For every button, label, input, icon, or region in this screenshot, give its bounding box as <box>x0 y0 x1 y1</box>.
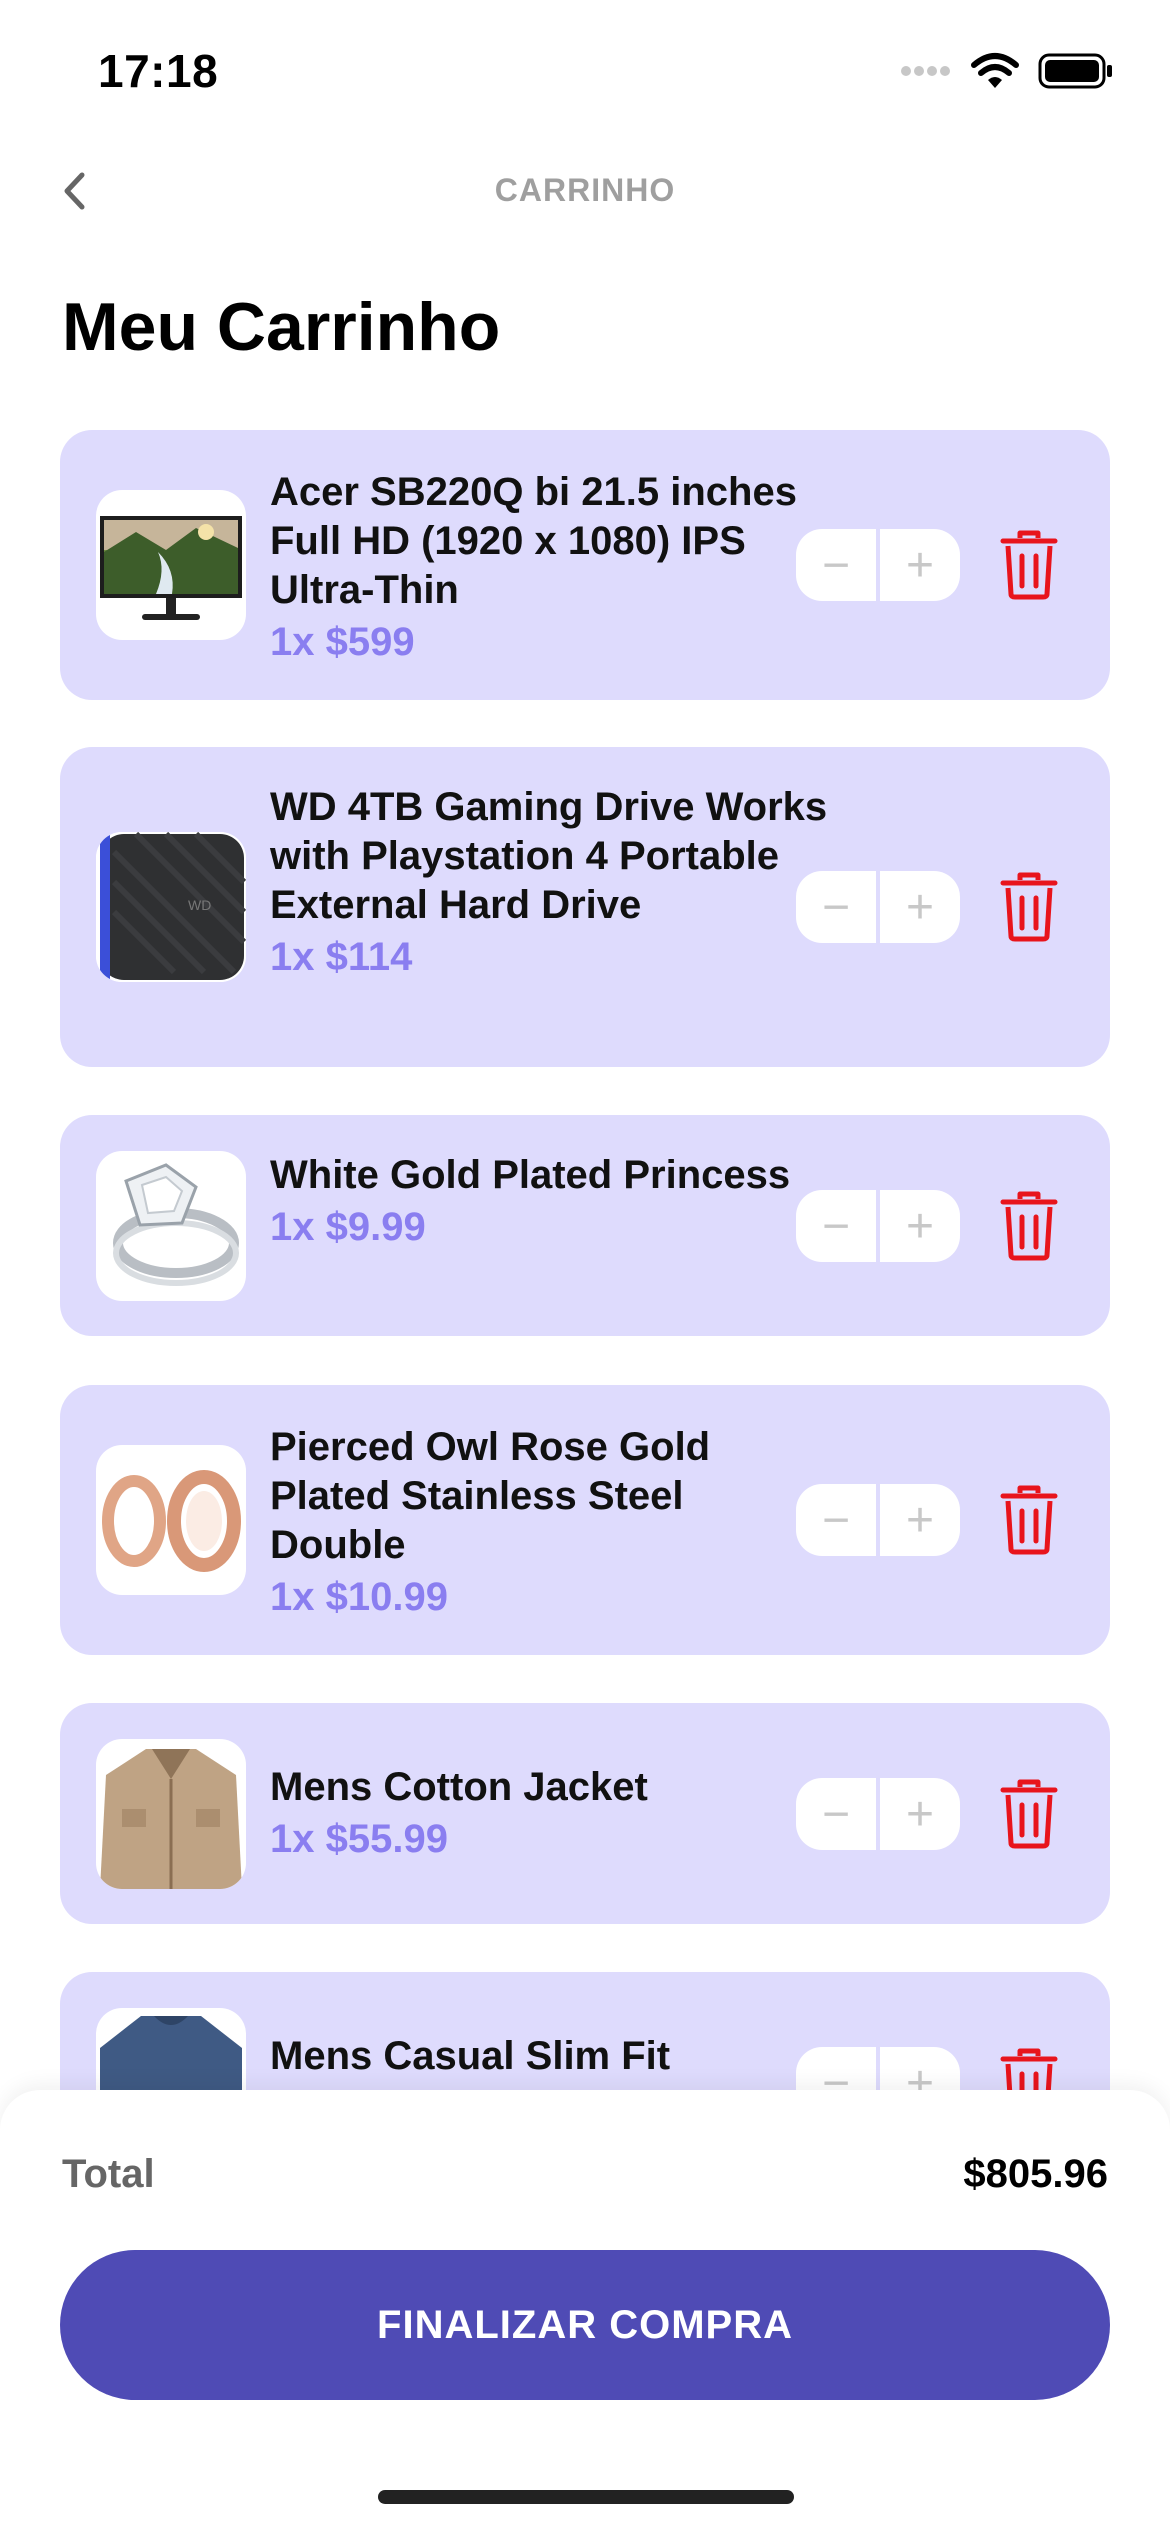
trash-icon <box>1000 2048 1058 2090</box>
checkout-button[interactable]: FINALIZAR COMPRA <box>60 2250 1110 2400</box>
increase-quantity-button[interactable]: + <box>880 1484 960 1556</box>
cart-item-info: Mens Cotton Jacket 1x $55.99 <box>270 1763 830 1864</box>
trash-icon <box>1000 1191 1058 1261</box>
cart-item-name: Mens Casual Slim Fit <box>270 2034 671 2078</box>
remove-item-button[interactable] <box>996 868 1062 946</box>
cart-list[interactable]: Acer SB220Q bi 21.5 inches Full HD (1920… <box>60 430 1110 2090</box>
cart-item-price: 1x $9.99 <box>270 1205 426 1249</box>
cart-item-price: 1x $10.99 <box>270 1575 448 1619</box>
jacket-image <box>100 1749 242 1889</box>
trash-icon <box>1000 1485 1058 1555</box>
cart-item: Pierced Owl Rose Gold Plated Stainless S… <box>60 1385 1110 1655</box>
product-image <box>96 1445 246 1595</box>
quantity-stepper: − + <box>796 2047 960 2090</box>
cart-item-price: 1x $55.99 <box>270 1817 448 1861</box>
product-image <box>96 1739 246 1889</box>
status-bar: 17:18 <box>0 0 1170 140</box>
cart-item-info: Pierced Owl Rose Gold Plated Stainless S… <box>270 1423 830 1622</box>
decrease-quantity-button[interactable]: − <box>796 2047 876 2090</box>
trash-icon <box>1000 1779 1058 1849</box>
cart-item-info: Mens Casual Slim Fit <box>270 2032 830 2083</box>
remove-item-button[interactable] <box>996 2044 1062 2090</box>
cart-item-price: 1x $114 <box>270 935 413 979</box>
product-image <box>96 490 246 640</box>
cart-item-name: Pierced Owl Rose Gold Plated Stainless S… <box>270 1425 711 1567</box>
increase-quantity-button[interactable]: + <box>880 529 960 601</box>
cart-item-info: Acer SB220Q bi 21.5 inches Full HD (1920… <box>270 468 830 667</box>
decrease-quantity-button[interactable]: − <box>796 529 876 601</box>
decrease-quantity-button[interactable]: − <box>796 1484 876 1556</box>
wifi-icon <box>971 53 1019 88</box>
total-label: Total <box>62 2152 155 2196</box>
quantity-stepper: − + <box>796 871 960 943</box>
product-image <box>96 2008 246 2090</box>
cart-item-info: White Gold Plated Princess 1x $9.99 <box>270 1151 830 1252</box>
remove-item-button[interactable] <box>996 526 1062 604</box>
cart-item-price: 1x $599 <box>270 620 415 664</box>
navigation-bar: CARRINHO <box>0 150 1170 230</box>
decrease-quantity-button[interactable]: − <box>796 871 876 943</box>
remove-item-button[interactable] <box>996 1481 1062 1559</box>
cart-item-info: WD 4TB Gaming Drive Works with Playstati… <box>270 783 830 982</box>
hard-drive-image: WD <box>96 832 246 982</box>
product-image: WD <box>96 832 246 982</box>
rose-gold-rings-image <box>102 1470 241 1572</box>
cart-item: WD WD 4TB Gaming Drive Works with Playst… <box>60 747 1110 1067</box>
battery-icon <box>1038 53 1112 89</box>
cellular-signal-icon <box>901 66 950 76</box>
increase-quantity-button[interactable]: + <box>880 1190 960 1262</box>
increase-quantity-button[interactable]: + <box>880 871 960 943</box>
cart-item: Acer SB220Q bi 21.5 inches Full HD (1920… <box>60 430 1110 700</box>
cart-item-name: WD 4TB Gaming Drive Works with Playstati… <box>270 785 828 927</box>
cart-item-name: White Gold Plated Princess <box>270 1153 791 1197</box>
trash-icon <box>1000 872 1058 942</box>
cart-item-name: Acer SB220Q bi 21.5 inches Full HD (1920… <box>270 470 797 612</box>
decrease-quantity-button[interactable]: − <box>796 1190 876 1262</box>
cart-item: White Gold Plated Princess 1x $9.99 − + <box>60 1115 1110 1336</box>
cart-item: Mens Casual Slim Fit − + <box>60 1972 1110 2090</box>
quantity-stepper: − + <box>796 529 960 601</box>
cart-item: Mens Cotton Jacket 1x $55.99 − + <box>60 1703 1110 1924</box>
quantity-stepper: − + <box>796 1190 960 1262</box>
increase-quantity-button[interactable]: + <box>880 2047 960 2090</box>
decrease-quantity-button[interactable]: − <box>796 1778 876 1850</box>
increase-quantity-button[interactable]: + <box>880 1778 960 1850</box>
trash-icon <box>1000 530 1058 600</box>
status-time: 17:18 <box>98 45 219 97</box>
remove-item-button[interactable] <box>996 1187 1062 1265</box>
product-image <box>96 1151 246 1301</box>
shirt-image <box>100 2016 242 2090</box>
svg-text:WD: WD <box>188 897 211 913</box>
total-value: $805.96 <box>963 2152 1108 2196</box>
monitor-image <box>100 516 242 620</box>
cart-item-name: Mens Cotton Jacket <box>270 1765 648 1809</box>
nav-title: CARRINHO <box>494 172 676 208</box>
status-icons <box>900 52 1114 90</box>
ring-image <box>113 1163 239 1286</box>
home-indicator <box>378 2490 794 2504</box>
quantity-stepper: − + <box>796 1778 960 1850</box>
remove-item-button[interactable] <box>996 1775 1062 1853</box>
quantity-stepper: − + <box>796 1484 960 1556</box>
page-title: Meu Carrinho <box>62 289 501 365</box>
checkout-panel: Total $805.96 FINALIZAR COMPRA <box>0 2090 1170 2532</box>
